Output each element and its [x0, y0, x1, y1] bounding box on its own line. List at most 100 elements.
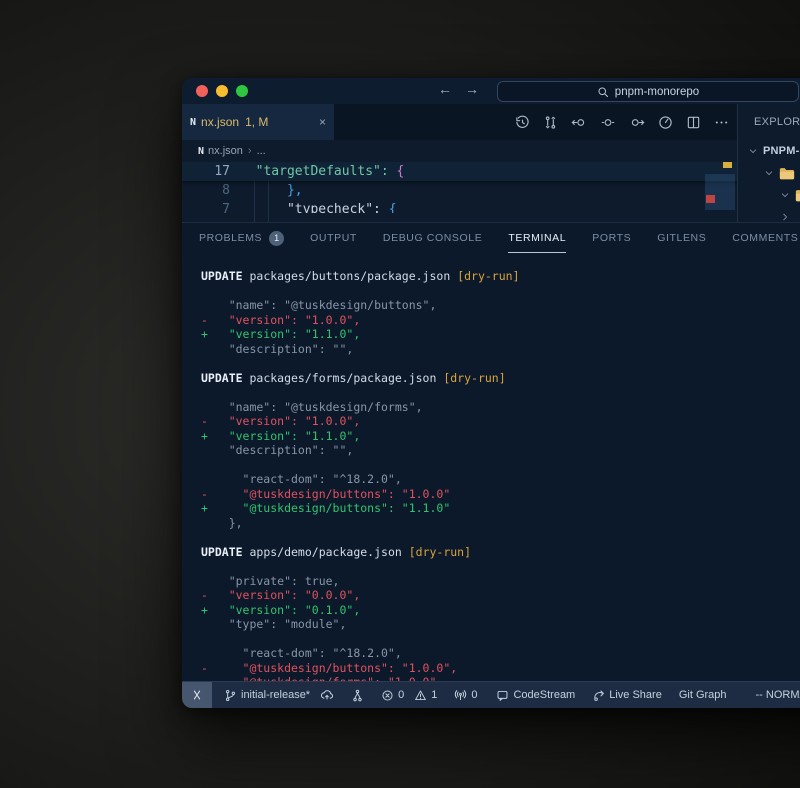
command-center-search[interactable]: pnpm-monorepo [497, 81, 799, 102]
git-actions-item[interactable] [351, 689, 364, 702]
chevron-down-icon [748, 146, 758, 156]
git-branch-item[interactable]: initial-release* [224, 688, 334, 702]
minimize-window-button[interactable] [216, 85, 228, 97]
nav-back-icon[interactable]: ← [438, 81, 452, 97]
close-window-button[interactable] [196, 85, 208, 97]
commit-graph-icon [351, 689, 364, 702]
line-number: 8 [182, 181, 230, 200]
timeline-icon[interactable] [658, 115, 673, 130]
root-folder-label: PNPM-MONOREPO [763, 145, 800, 157]
problems-item[interactable]: 0 1 [381, 689, 437, 702]
vim-mode-label: -- NORMAL -- [756, 689, 800, 701]
editor-line[interactable]: 8 }, [182, 181, 737, 200]
editor-actions [515, 104, 729, 140]
panel-tab-label: DEBUG CONSOLE [383, 232, 482, 244]
tab-label: nx.json [201, 115, 239, 129]
next-change-icon[interactable] [629, 115, 645, 130]
explorer-folder-packages[interactable]: packages [738, 162, 800, 184]
line-number: 7 [182, 200, 230, 213]
sidebar-title: EXPLORER [738, 104, 800, 140]
panel-tab-label: OUTPUT [310, 232, 357, 244]
nav-forward-icon[interactable]: → [465, 81, 479, 97]
minimap-viewport[interactable] [705, 174, 735, 210]
panel-tab-debug-console[interactable]: DEBUG CONSOLE [383, 223, 482, 253]
panel-tab-problems[interactable]: PROBLEMS1 [199, 223, 284, 253]
terminal-line [201, 284, 800, 299]
tab-nx-json[interactable]: N nx.json 1, M × [182, 104, 334, 140]
terminal-line: - "version": "1.0.0", [201, 414, 800, 429]
bottom-panel: PROBLEMS1 OUTPUT DEBUG CONSOLE TERMINAL PORT… [182, 222, 800, 681]
terminal-line: UPDATE packages/forms/package.json [dry-… [201, 371, 800, 386]
panel-tab-comments[interactable]: COMMENTS [732, 223, 798, 253]
titlebar: ← → pnpm-monorepo [182, 78, 800, 104]
publish-cloud-icon[interactable] [320, 688, 334, 702]
explorer-folder-buttons[interactable]: buttons [738, 184, 800, 206]
terminal-line: + "version": "0.1.0", [201, 603, 800, 618]
tab-bar: N nx.json 1, M × [182, 104, 737, 140]
vim-mode-item: -- NORMAL -- [756, 689, 800, 701]
editor-line[interactable]: 17 "targetDefaults": { [182, 162, 737, 181]
tab-close-icon[interactable]: × [319, 115, 326, 129]
codestream-icon [496, 689, 509, 702]
previous-change-icon[interactable] [571, 115, 587, 130]
panel-tab-bar: PROBLEMS1 OUTPUT DEBUG CONSOLE TERMINAL PORT… [182, 223, 800, 253]
terminal-line: "react-dom": "^18.2.0", [201, 472, 800, 487]
panel-tab-ports[interactable]: PORTS [592, 223, 631, 253]
minimap[interactable] [705, 162, 735, 222]
search-icon [597, 86, 609, 98]
minimap-deleted-mark [706, 195, 715, 203]
git-graph-item[interactable]: Git Graph [679, 689, 727, 701]
warning-count: 1 [431, 689, 437, 701]
source-control-changes-icon[interactable] [543, 115, 558, 130]
nx-file-icon: N [190, 117, 195, 128]
explorer-root-item[interactable]: PNPM-MONOREPO [738, 140, 800, 162]
code-editor[interactable]: 17 "targetDefaults": {8 },7 "typecheck":… [182, 162, 737, 222]
terminal-line: - "version": "1.0.0", [201, 313, 800, 328]
terminal-line: - "@tuskdesign/buttons": "1.0.0" [201, 487, 800, 502]
remote-indicator[interactable] [182, 682, 212, 708]
errors-icon [381, 689, 394, 702]
window-controls [196, 85, 248, 97]
live-share-item[interactable]: Live Share [592, 689, 662, 702]
desktop-background: ← → pnpm-monorepo N nx.json 1, M × [0, 0, 800, 788]
discard-history-icon[interactable] [515, 115, 530, 130]
ports-count: 0 [471, 689, 477, 701]
warnings-icon [414, 689, 427, 702]
folder-icon [795, 189, 800, 202]
terminal-line [201, 356, 800, 371]
panel-tab-label: PROBLEMS [199, 232, 262, 244]
change-icon[interactable] [600, 115, 616, 130]
panel-tab-label: PORTS [592, 232, 631, 244]
indent-guide [254, 181, 255, 222]
breadcrumb-ellipsis[interactable]: ... [257, 145, 266, 157]
terminal-line: "description": "", [201, 443, 800, 458]
terminal-line: }, [201, 516, 800, 531]
panel-tab-terminal[interactable]: TERMINAL [508, 223, 566, 253]
panel-tab-gitlens[interactable]: GITLENS [657, 223, 706, 253]
folder-icon [779, 167, 795, 180]
terminal-line: "private": true, [201, 574, 800, 589]
breadcrumb-file[interactable]: nx.json [208, 145, 243, 157]
terminal-output[interactable]: UPDATE packages/buttons/package.json [dr… [182, 253, 800, 681]
panel-tab-label: COMMENTS [732, 232, 798, 244]
explorer-item-collapsed[interactable] [738, 206, 800, 222]
ports-item[interactable]: 0 [454, 689, 477, 702]
split-editor-icon[interactable] [686, 115, 701, 130]
tab-badge: 1, M [245, 115, 268, 129]
code-text: "typecheck": { [240, 200, 397, 213]
more-actions-icon[interactable] [714, 115, 729, 130]
codestream-item[interactable]: CodeStream [496, 689, 575, 702]
editor-region: N nx.json 1, M × [182, 104, 800, 222]
search-value: pnpm-monorepo [615, 86, 699, 98]
breadcrumb[interactable]: N nx.json › ... [182, 140, 737, 162]
terminal-line: "name": "@tuskdesign/buttons", [201, 298, 800, 313]
chevron-down-icon [764, 168, 774, 178]
terminal-line: "react-dom": "^18.2.0", [201, 646, 800, 661]
codestream-label: CodeStream [513, 689, 575, 701]
panel-tab-output[interactable]: OUTPUT [310, 223, 357, 253]
chevron-right-icon [780, 212, 790, 222]
terminal-line [201, 385, 800, 400]
zoom-window-button[interactable] [236, 85, 248, 97]
breadcrumb-separator: › [248, 145, 252, 157]
editor-line[interactable]: 7 "typecheck": { [182, 200, 737, 213]
